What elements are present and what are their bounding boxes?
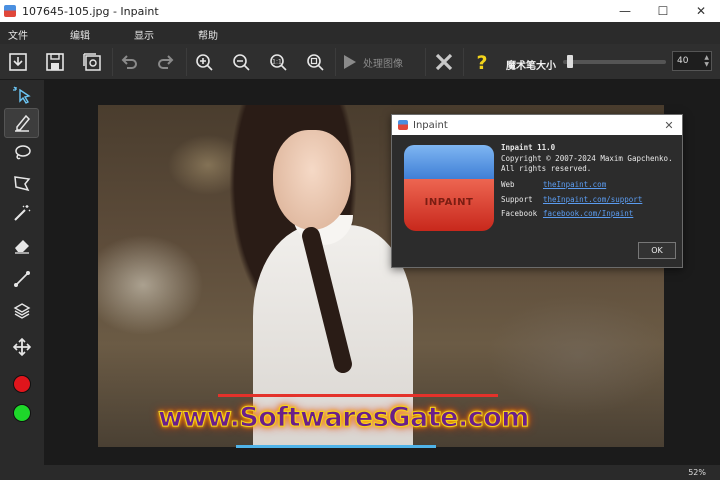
actual-size-icon[interactable]: 1:1 (265, 49, 291, 75)
logo-text: INPAINT (424, 197, 474, 208)
ok-button[interactable]: OK (638, 242, 676, 259)
red-color-swatch[interactable] (4, 369, 39, 399)
move-icon[interactable] (4, 332, 39, 362)
process-image-button[interactable]: 处理图像 (340, 50, 403, 74)
green-color-swatch[interactable] (4, 398, 39, 428)
open-icon[interactable] (5, 49, 31, 75)
zoom-out-icon[interactable] (228, 49, 254, 75)
red-color-icon (12, 375, 31, 393)
marker-icon[interactable] (4, 108, 39, 138)
menu-view[interactable]: 显示 (134, 27, 154, 42)
svg-text:?: ? (476, 52, 487, 72)
spinner-arrows-icon[interactable]: ▲ ▼ (704, 54, 709, 68)
about-dialog-title-bar: Inpaint ✕ (392, 115, 682, 135)
menu-edit[interactable]: 编辑 (70, 27, 90, 42)
app-logo-icon (398, 120, 408, 130)
play-icon (344, 55, 356, 69)
copyright-text: Copyright © 2007-2024 Maxim Gapchenko. (501, 154, 673, 163)
status-bar: 52% (0, 465, 720, 480)
facebook-link[interactable]: facebook.com/Inpaint (543, 209, 633, 218)
zoom-level: 52% (688, 468, 706, 477)
select-arrow-icon[interactable] (4, 80, 39, 110)
svg-text:1:1: 1:1 (272, 59, 282, 66)
green-color-icon (12, 404, 31, 422)
minimize-button[interactable]: — (606, 0, 644, 22)
menu-bar: 文件 编辑 显示 帮助 (0, 22, 720, 44)
toolbar-divider (186, 48, 187, 76)
brush-size-input[interactable]: 40 ▲ ▼ (672, 51, 712, 71)
fit-to-window-icon[interactable] (302, 49, 328, 75)
web-label: Web (501, 180, 515, 189)
magic-wand-icon[interactable] (4, 198, 39, 228)
toolbar-divider (463, 48, 464, 76)
about-dialog: Inpaint ✕ INPAINT Inpaint 11.0 Copyright… (391, 114, 683, 268)
close-button[interactable]: ✕ (682, 0, 720, 22)
brush-size-slider[interactable] (563, 60, 666, 64)
close-icon[interactable]: ✕ (656, 119, 682, 132)
eraser-icon[interactable] (4, 230, 39, 260)
toolbar-divider (425, 48, 426, 76)
inpaint-app: 107645-105.jpg - Inpaint — ☐ ✕ 文件 编辑 显示 … (0, 0, 720, 480)
process-image-label: 处理图像 (363, 58, 403, 70)
inpaint-logo: INPAINT (404, 145, 494, 231)
brush-size-value: 40 (677, 56, 689, 66)
maximize-button[interactable]: ☐ (644, 0, 682, 22)
cancel-x-icon[interactable] (431, 49, 457, 75)
tool-panel (0, 80, 44, 465)
menu-help[interactable]: 帮助 (198, 27, 218, 42)
logo-blue-part (404, 145, 494, 179)
red-divider-line (218, 394, 498, 397)
save-icon[interactable] (42, 49, 68, 75)
brush-size-label: 魔术笔大小 (506, 61, 556, 72)
polygon-lasso-icon[interactable] (4, 168, 39, 198)
rights-text: All rights reserved. (501, 164, 592, 173)
support-label: Support (501, 195, 533, 204)
layers-icon[interactable] (4, 296, 39, 326)
help-icon[interactable]: ? (469, 49, 495, 75)
undo-icon[interactable] (116, 49, 142, 75)
line-icon[interactable] (4, 264, 39, 294)
watermark-text: www.SoftwaresGate.com (158, 402, 530, 434)
redo-icon[interactable] (153, 49, 179, 75)
title-bar: 107645-105.jpg - Inpaint — ☐ ✕ (0, 0, 720, 22)
blue-underline (236, 445, 436, 448)
photo-subject-face (273, 130, 351, 230)
web-link[interactable]: theInpaint.com (543, 180, 606, 189)
about-dialog-title: Inpaint (413, 119, 448, 131)
save-as-icon[interactable] (79, 49, 105, 75)
lasso-icon[interactable] (4, 138, 39, 168)
facebook-label: Facebook (501, 209, 538, 218)
support-link[interactable]: theInpaint.com/support (543, 195, 642, 204)
zoom-in-icon[interactable] (191, 49, 217, 75)
toolbar-divider (335, 48, 336, 76)
menu-file[interactable]: 文件 (8, 27, 28, 42)
brush-size-slider-handle[interactable] (567, 55, 574, 68)
app-logo-icon (4, 5, 16, 17)
window-title: 107645-105.jpg - Inpaint (22, 4, 159, 18)
toolbar-divider (112, 48, 113, 76)
product-version: Inpaint 11.0 (501, 143, 556, 152)
